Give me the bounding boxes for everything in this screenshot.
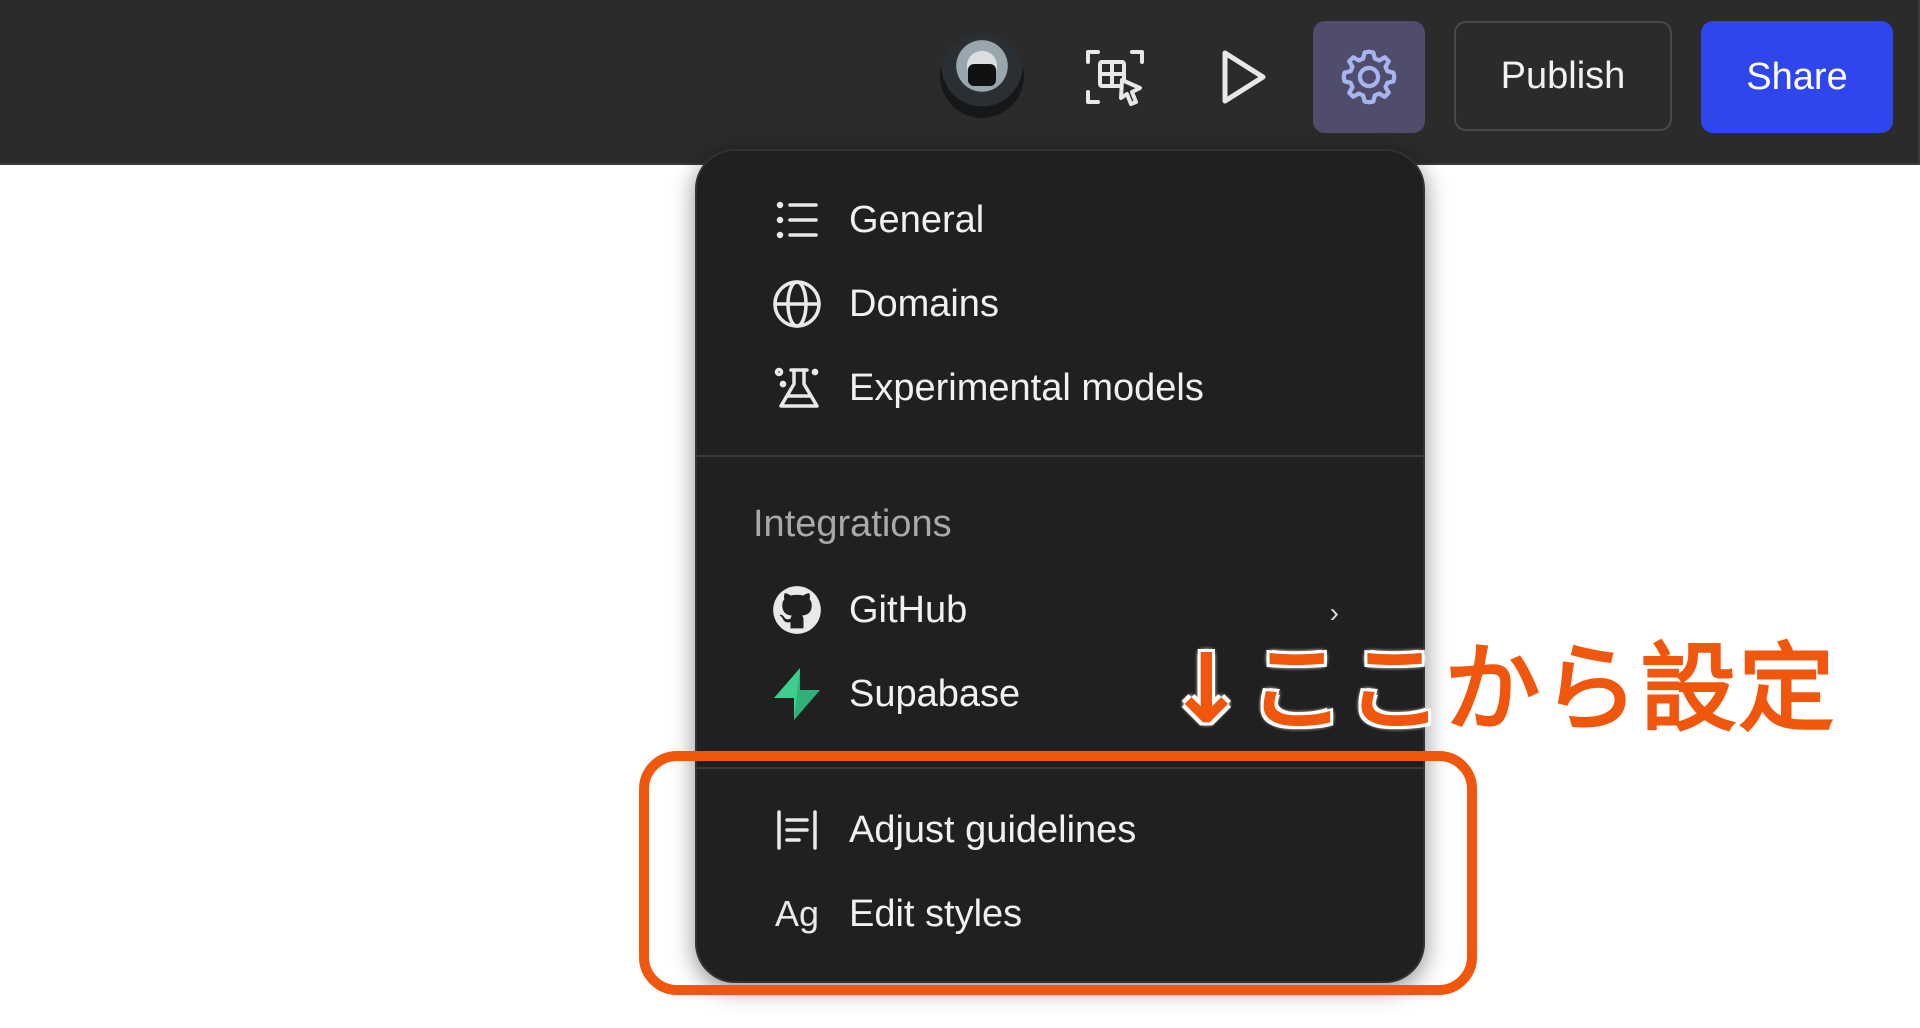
annotation-text: ↓ここから設定 <box>1166 632 1837 745</box>
menu-divider <box>697 455 1423 457</box>
gear-icon <box>1341 49 1397 105</box>
publish-button[interactable]: Publish <box>1454 21 1672 131</box>
menu-item-general[interactable]: General <box>767 185 1367 255</box>
menu-item-label: GitHub <box>849 588 968 631</box>
settings-button[interactable] <box>1313 21 1425 133</box>
flask-icon <box>767 358 827 418</box>
github-icon <box>767 580 827 640</box>
globe-icon <box>767 274 827 334</box>
avatar[interactable] <box>940 34 1024 118</box>
highlight-box <box>639 751 1477 995</box>
play-icon[interactable] <box>1198 32 1288 122</box>
top-toolbar: Publish Share <box>0 0 1920 165</box>
menu-item-experimental-models[interactable]: Experimental models <box>767 353 1367 423</box>
supabase-icon <box>767 664 827 724</box>
menu-item-label: Supabase <box>849 672 1021 715</box>
share-button[interactable]: Share <box>1701 21 1893 133</box>
menu-item-label: Experimental models <box>849 366 1204 409</box>
select-frame-icon[interactable] <box>1070 32 1160 122</box>
list-icon <box>767 190 827 250</box>
menu-item-label: General <box>849 198 985 241</box>
integrations-heading: Integrations <box>753 503 952 545</box>
menu-item-domains[interactable]: Domains <box>767 269 1367 339</box>
menu-item-label: Domains <box>849 282 999 325</box>
